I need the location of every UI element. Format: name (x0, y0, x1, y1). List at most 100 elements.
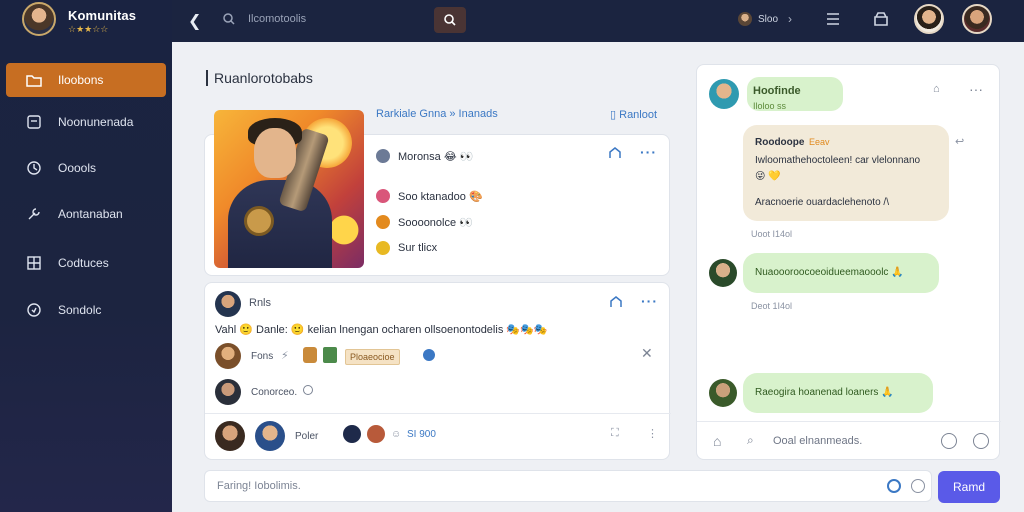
search-icon[interactable]: ⌕ (747, 433, 754, 448)
home-icon[interactable]: ⌂ (713, 433, 721, 449)
expand-icon[interactable]: ⛶ (611, 427, 619, 440)
option-label: Soooonolce (398, 217, 457, 229)
profile-avatar[interactable] (962, 4, 992, 34)
divider (205, 413, 671, 414)
send-button[interactable]: Ramd (938, 471, 1000, 503)
chat-message: Nuaoooroocoeoidueemaooolc 🙏 (743, 253, 939, 293)
chat-header-name: Hoofinde (753, 85, 801, 97)
back-button[interactable]: ❮ (188, 11, 201, 31)
avatar[interactable] (215, 291, 241, 317)
brand-avatar (22, 2, 56, 36)
message-emoji: 😜 💛 (755, 171, 781, 182)
sidebar-item-label: Iloobons (58, 73, 104, 87)
divider (697, 421, 1001, 422)
user-chip[interactable]: Sloo › (736, 10, 796, 30)
bookmark-icon: ▯ (610, 109, 617, 121)
message-author: Roodoope (755, 137, 805, 148)
sidebar-item-noonunenada[interactable]: Noonunenada (6, 105, 166, 139)
option-icon (376, 241, 390, 255)
message-time: Uoot I14ol (751, 229, 793, 239)
brand-title: Komunitas (68, 8, 137, 23)
avatar[interactable] (215, 379, 241, 405)
message-time: Deot 1I4ol (751, 301, 793, 311)
reply-author: Poler (295, 431, 319, 442)
more-options-icon[interactable]: ··· (969, 81, 983, 97)
avatar[interactable] (709, 259, 737, 287)
search-icon (444, 14, 456, 26)
refresh-icon (27, 161, 41, 175)
sidebar: Komunitas ☆★★☆☆ Iloobons Noonunenada Ooo… (0, 0, 172, 512)
post-author[interactable]: Rnls (249, 297, 271, 309)
more-options-icon[interactable]: ··· (640, 144, 657, 160)
reaction-icon: ☺ (391, 429, 402, 440)
close-icon[interactable]: ✕ (641, 345, 653, 362)
feature-link[interactable]: Rarkiale Gnna » Inanads (376, 108, 498, 120)
avatar[interactable] (709, 379, 737, 407)
emoji-icon[interactable] (887, 479, 901, 493)
reply-icon[interactable]: ↩ (955, 135, 964, 148)
avatar[interactable] (367, 425, 385, 443)
page-title: Ruanlorotobabs (206, 70, 313, 86)
store-icon[interactable] (872, 10, 890, 28)
sidebar-item-label: Sondolc (58, 303, 102, 317)
grid-icon (27, 256, 41, 270)
sidebar-item-ooools[interactable]: Ooools (6, 151, 166, 185)
hero-image[interactable] (214, 110, 364, 268)
main-content: Ruanlorotobabs Rarkiale Gnna » Inanads ▯… (172, 42, 1024, 512)
avatar[interactable] (709, 79, 739, 109)
user-chip-label: Sloo (758, 14, 779, 25)
chat-square-icon (27, 115, 41, 129)
share-icon[interactable] (609, 295, 623, 309)
more-options-icon[interactable]: ··· (641, 293, 658, 309)
sidebar-item-aontanaban[interactable]: Aontanaban (6, 197, 166, 231)
menu-icon[interactable] (824, 10, 842, 28)
option-label: Sur tlicx (398, 242, 438, 254)
hero-emblem (244, 206, 274, 236)
sidebar-item-sondolc[interactable]: Sondolc (6, 293, 166, 327)
avatar (738, 12, 752, 26)
chat-header-sub: Iloloo ss (753, 101, 787, 111)
attach-icon[interactable] (911, 479, 925, 493)
share-icon[interactable] (608, 146, 622, 160)
option-icon (376, 215, 390, 229)
badge-icon (303, 347, 317, 363)
search-text: Ilcomotoolis (248, 13, 307, 25)
message-text: Raeogira hoanenad loaners 🙏 (755, 387, 894, 398)
message-text: Iwloomathehoctoleen! car vlelonnano (755, 155, 921, 166)
reply-author: Conorceo. (251, 387, 298, 398)
chat-message: Roodoope Eeav Iwloomathehoctoleen! car v… (743, 125, 949, 221)
emoji-icon[interactable] (941, 433, 957, 449)
search-input[interactable]: Ilcomotoolis (222, 10, 382, 30)
search-button[interactable] (434, 7, 466, 33)
avatar[interactable] (215, 421, 245, 451)
like-icon[interactable]: ⌂ (933, 83, 940, 95)
sidebar-item-codtuces[interactable]: Codtuces (6, 246, 166, 280)
info-icon[interactable] (973, 433, 989, 449)
loading-icon (303, 385, 313, 395)
feature-action-label: Ranloot (619, 109, 658, 121)
sidebar-item-iloobons[interactable]: Iloobons (6, 63, 166, 97)
wrench-icon (28, 208, 40, 220)
reply-tag: Ploaeocioe (345, 349, 400, 365)
avatar[interactable] (914, 4, 944, 34)
avatar[interactable] (343, 425, 361, 443)
top-bar: ❮ Ilcomotoolis Sloo › (172, 0, 1024, 42)
brand-rating: ☆★★☆☆ (68, 24, 109, 34)
brand[interactable]: Komunitas ☆★★☆☆ (22, 2, 172, 40)
more-vertical-icon[interactable]: ⋮ (647, 427, 658, 440)
reaction-count: SI 900 (407, 429, 436, 440)
option-label: Moronsa (398, 151, 441, 163)
message-tag: Eeav (809, 137, 830, 147)
avatar[interactable] (255, 421, 285, 451)
message-composer[interactable]: Faring! Iobolimis. (204, 470, 932, 502)
option-label: Soo ktanadoo (398, 191, 466, 203)
avatar[interactable] (215, 343, 241, 369)
rocket-icon: ⚡ (281, 350, 289, 362)
message-text: Nuaoooroocoeoidueemaooolc 🙏 (755, 267, 904, 278)
message-text: Aracnoerie ouardaclehenoto /\ (755, 197, 889, 208)
chevron-right-icon: › (788, 12, 792, 26)
chat-input[interactable]: Ooal elnanmeads. (773, 435, 862, 447)
feature-action-link[interactable]: ▯ Ranloot (610, 108, 657, 121)
option-emoji: 🎨 (468, 191, 483, 203)
sidebar-item-label: Noonunenada (58, 115, 134, 129)
